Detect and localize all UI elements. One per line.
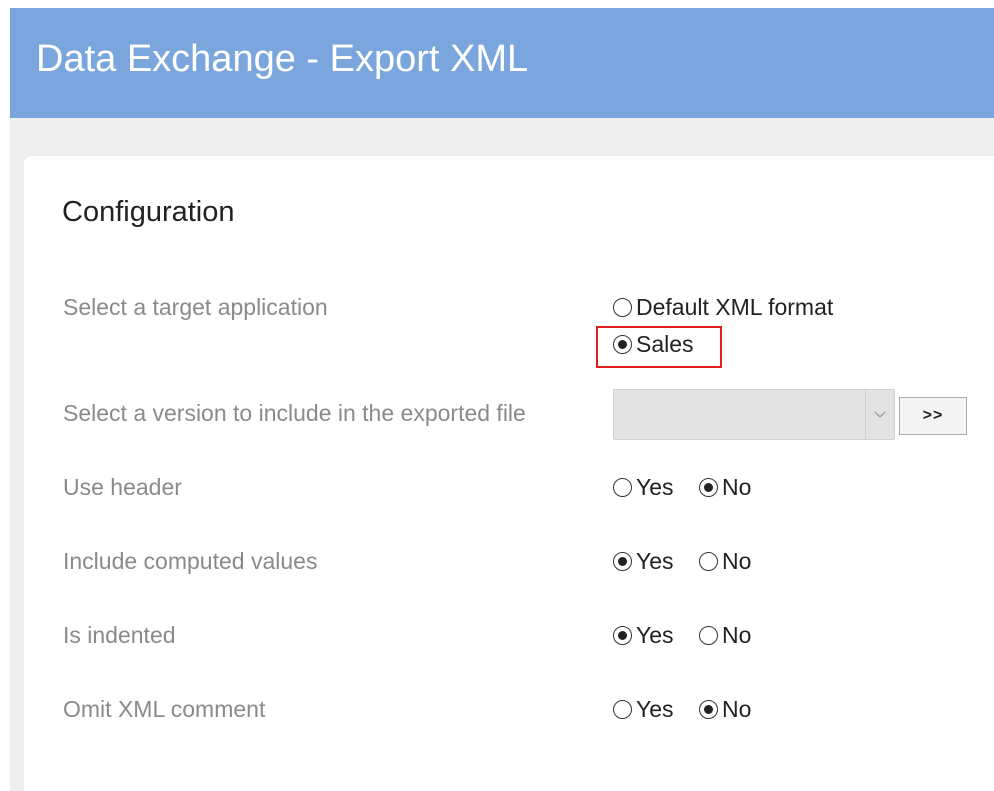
configuration-card: Configuration Select a target applicatio… bbox=[24, 156, 994, 791]
omit-xml-comment-no-label: No bbox=[722, 696, 752, 722]
is-indented-yes-radio[interactable]: Yes bbox=[613, 622, 674, 649]
version-select-arrow[interactable] bbox=[865, 390, 894, 439]
radio-default-xml-format-circle[interactable] bbox=[613, 298, 632, 317]
include-computed-values-yes-label: Yes bbox=[636, 548, 674, 574]
version-select[interactable] bbox=[613, 389, 895, 440]
radio-default-xml-format[interactable]: Default XML format bbox=[613, 294, 833, 321]
include-computed-values-label: Include computed values bbox=[63, 548, 318, 574]
chevron-down-icon bbox=[874, 411, 886, 418]
window-title: Data Exchange - Export XML bbox=[36, 38, 529, 80]
version-go-button[interactable]: >> bbox=[899, 397, 967, 435]
omit-xml-comment-yes-radio[interactable]: Yes bbox=[613, 696, 674, 723]
is-indented-no-radio[interactable]: No bbox=[699, 622, 751, 649]
omit-xml-comment-label: Omit XML comment bbox=[63, 696, 266, 722]
use-header-no-radio[interactable]: No bbox=[699, 474, 751, 501]
use-header-yes-radio[interactable]: Yes bbox=[613, 474, 674, 501]
include-computed-values-yes-radio[interactable]: Yes bbox=[613, 548, 674, 575]
target-application-label: Select a target application bbox=[63, 294, 328, 320]
version-label: Select a version to include in the expor… bbox=[63, 400, 526, 426]
use-header-no-label: No bbox=[722, 474, 752, 500]
use-header-yes-label: Yes bbox=[636, 474, 674, 500]
is-indented-no-circle[interactable] bbox=[699, 626, 718, 645]
is-indented-yes-label: Yes bbox=[636, 622, 674, 648]
use-header-yes-circle[interactable] bbox=[613, 478, 632, 497]
window-frame-left bbox=[0, 0, 10, 791]
is-indented-no-label: No bbox=[722, 622, 752, 648]
export-xml-window: Data Exchange - Export XML Configuration… bbox=[0, 0, 994, 791]
include-computed-values-no-label: No bbox=[722, 548, 752, 574]
sales-highlight-box bbox=[596, 326, 722, 368]
use-header-label: Use header bbox=[63, 474, 182, 500]
title-bar: Data Exchange - Export XML bbox=[10, 8, 994, 118]
omit-xml-comment-yes-circle[interactable] bbox=[613, 700, 632, 719]
is-indented-yes-circle[interactable] bbox=[613, 626, 632, 645]
omit-xml-comment-no-circle[interactable] bbox=[699, 700, 718, 719]
use-header-no-circle[interactable] bbox=[699, 478, 718, 497]
include-computed-values-yes-circle[interactable] bbox=[613, 552, 632, 571]
content-area: Configuration Select a target applicatio… bbox=[10, 118, 994, 791]
section-title: Configuration bbox=[62, 196, 235, 228]
radio-default-xml-format-label: Default XML format bbox=[636, 294, 834, 320]
omit-xml-comment-no-radio[interactable]: No bbox=[699, 696, 751, 723]
is-indented-label: Is indented bbox=[63, 622, 176, 648]
include-computed-values-no-circle[interactable] bbox=[699, 552, 718, 571]
window-frame-top bbox=[0, 0, 994, 8]
omit-xml-comment-yes-label: Yes bbox=[636, 696, 674, 722]
include-computed-values-no-radio[interactable]: No bbox=[699, 548, 751, 575]
